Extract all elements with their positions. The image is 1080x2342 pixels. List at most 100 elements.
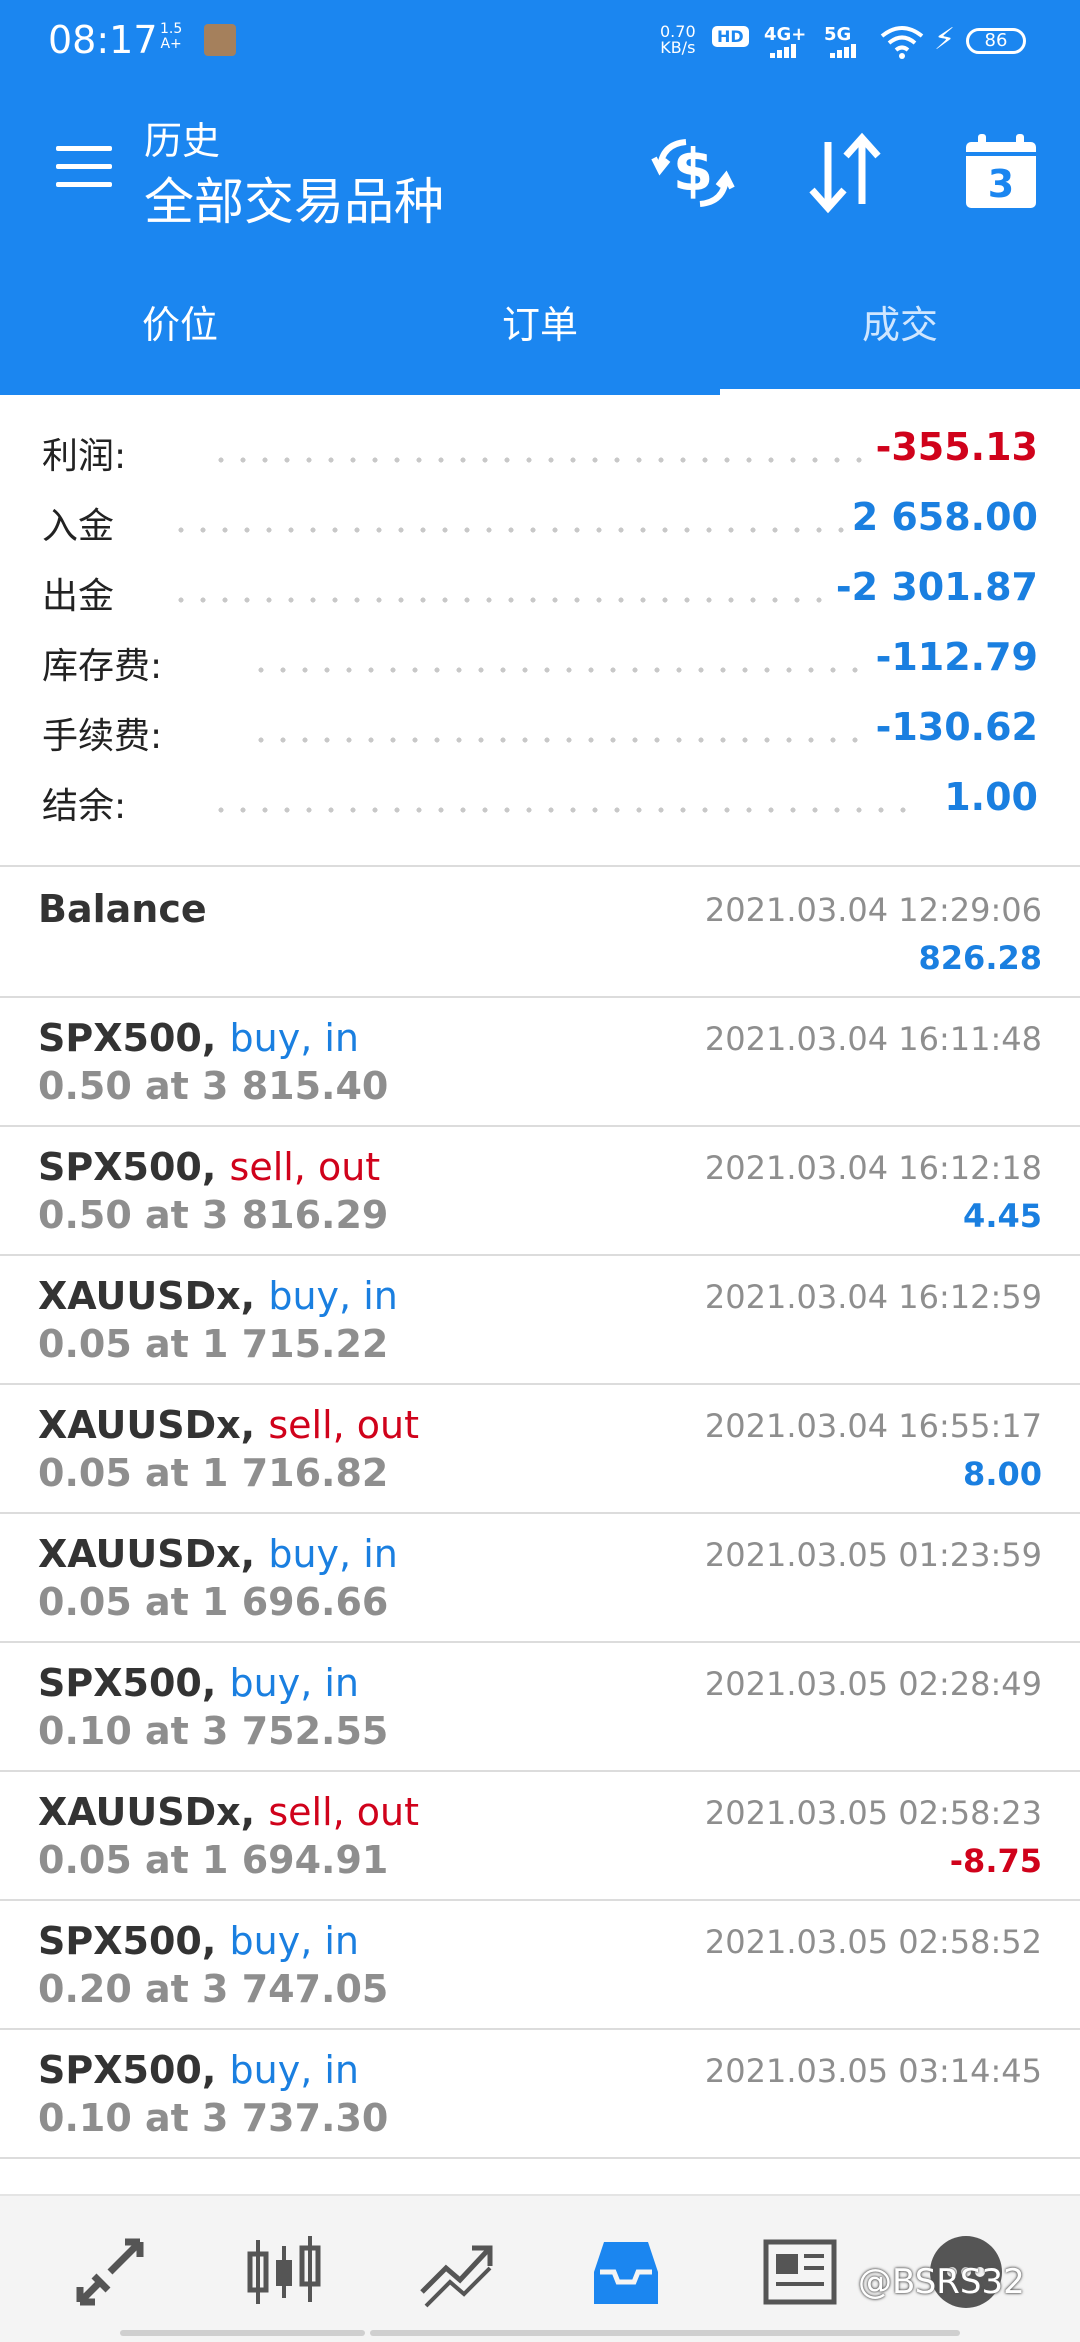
dotted-leader — [210, 807, 920, 813]
deal-symbol: XAUUSDx, buy, in — [38, 1274, 398, 1318]
network-speed: 0.70 KB/s — [660, 24, 696, 56]
deal-symbol-text: SPX500, — [38, 2048, 217, 2092]
status-time: 08:17 — [48, 18, 158, 62]
summary-label: 利润: — [42, 436, 127, 477]
trade-arrows-icon[interactable] — [70, 2232, 150, 2312]
network-type-1: 4G+ — [764, 24, 807, 45]
summary-value: 2 658.00 — [851, 495, 1038, 539]
deal-profit: 4.45 — [963, 1197, 1042, 1235]
history-inbox-icon[interactable] — [586, 2232, 666, 2312]
dotted-leader — [250, 667, 870, 673]
deal-symbol-text: XAUUSDx, — [38, 1790, 256, 1834]
summary-label: 出金 — [42, 576, 115, 617]
summary-label: 入金 — [42, 506, 115, 547]
page-subtitle: 历史 — [144, 119, 221, 163]
dotted-leader — [170, 527, 860, 533]
bottom-nav: @BSRS32 — [0, 2194, 1080, 2342]
summary-row-balance: 结余: 1.00 — [0, 767, 1080, 837]
balance-row[interactable]: Balance 2021.03.04 12:29:06 826.28 — [0, 869, 1080, 998]
dotted-leader — [170, 597, 836, 603]
gesture-bar — [370, 2330, 960, 2336]
deal-row[interactable]: SPX500, sell, out 0.50 at 3 816.29 2021.03… — [0, 1127, 1080, 1256]
deal-side: sell, out — [229, 1145, 381, 1189]
summary-value: -112.79 — [875, 635, 1038, 679]
summary-value: -355.13 — [875, 425, 1038, 469]
deal-time: 2021.03.04 16:11:48 — [704, 1020, 1042, 1058]
deal-time: 2021.03.04 16:55:17 — [704, 1407, 1042, 1445]
tab-prices[interactable]: 价位 — [0, 250, 360, 395]
app-bar: 历史 全部交易品种 $ 3 — [0, 90, 1080, 250]
deal-time: 2021.03.05 02:28:49 — [704, 1665, 1042, 1703]
charging-icon: ⚡ — [934, 22, 956, 57]
deal-symbol: Balance — [38, 887, 207, 931]
deal-profit: -8.75 — [949, 1842, 1042, 1880]
summary-row-withdrawal: 出金 -2 301.87 — [0, 557, 1080, 627]
deal-time: 2021.03.05 02:58:52 — [704, 1923, 1042, 1961]
menu-icon[interactable] — [56, 146, 112, 192]
summary-row-swap: 库存费: -112.79 — [0, 627, 1080, 697]
summary-label: 手续费: — [42, 716, 163, 757]
candlestick-chart-icon[interactable] — [244, 2232, 324, 2312]
deal-symbol-text: XAUUSDx, — [38, 1274, 256, 1318]
sort-icon[interactable] — [800, 128, 890, 218]
deal-time: 2021.03.04 12:29:06 — [704, 891, 1042, 929]
deal-row[interactable]: XAUUSDx, buy, in 0.05 at 1 696.66 2021.03.… — [0, 1514, 1080, 1643]
status-bar: 08:17 1.5 A+ 0.70 KB/s HD 4G+ 5G ⚡ 86 — [0, 0, 1080, 90]
deal-symbol: SPX500, buy, in — [38, 1661, 359, 1705]
signal-bars-icon — [770, 44, 798, 58]
deal-symbol-text: SPX500, — [38, 1661, 217, 1705]
deal-side: buy, in — [229, 1919, 360, 1963]
deal-volume-price: 0.50 at 3 816.29 — [38, 1193, 389, 1237]
deal-symbol: SPX500, buy, in — [38, 1016, 359, 1060]
deal-row[interactable]: SPX500, buy, in 0.20 at 3 747.05 2021.03.0… — [0, 1901, 1080, 2030]
deal-row[interactable]: SPX500, buy, in 0.10 at 3 752.55 2021.03.0… — [0, 1643, 1080, 1772]
summary-label: 库存费: — [42, 646, 163, 687]
dotted-leader — [250, 737, 870, 743]
deal-profit: 8.00 — [963, 1455, 1042, 1493]
deal-row[interactable]: XAUUSDx, buy, in 0.05 at 1 715.22 2021.03.… — [0, 1256, 1080, 1385]
trend-lines-icon[interactable] — [416, 2232, 496, 2312]
deal-volume-price: 0.50 at 3 815.40 — [38, 1064, 389, 1108]
calendar-day: 3 — [987, 162, 1015, 206]
deal-row[interactable]: XAUUSDx, sell, out 0.05 at 1 716.82 2021.0… — [0, 1385, 1080, 1514]
summary-value: -130.62 — [875, 705, 1038, 749]
deal-side: buy, in — [229, 2048, 360, 2092]
deal-time: 2021.03.04 16:12:59 — [704, 1278, 1042, 1316]
status-small-top: 1.5 — [160, 21, 183, 37]
deal-symbol-text: XAUUSDx, — [38, 1403, 256, 1447]
deal-volume-price: 0.05 at 1 716.82 — [38, 1451, 389, 1495]
notification-avatar-icon — [204, 24, 236, 56]
header: 08:17 1.5 A+ 0.70 KB/s HD 4G+ 5G ⚡ 86 历史… — [0, 0, 1080, 395]
deal-symbol: SPX500, buy, in — [38, 2048, 359, 2092]
summary-panel: 利润: -355.13 入金 2 658.00 出金 -2 301.87 库存费… — [0, 395, 1080, 867]
deal-row[interactable]: SPX500, buy, in 0.10 at 3 737.30 2021.03.0… — [0, 2030, 1080, 2159]
currency-exchange-icon[interactable]: $ — [648, 128, 738, 218]
deal-symbol: SPX500, sell, out — [38, 1145, 380, 1189]
deal-volume-price: 0.10 at 3 752.55 — [38, 1709, 389, 1753]
deal-symbol-text: SPX500, — [38, 1016, 217, 1060]
news-icon[interactable] — [760, 2232, 840, 2312]
deal-symbol-text: Balance — [38, 887, 207, 931]
deal-side: sell, out — [268, 1790, 420, 1834]
battery-icon: 86 — [966, 28, 1026, 54]
deal-symbol-text: SPX500, — [38, 1919, 217, 1963]
page-title[interactable]: 全部交易品种 — [144, 162, 444, 234]
deal-row[interactable]: SPX500, buy, in 0.50 at 3 815.40 2021.03.0… — [0, 998, 1080, 1127]
deal-side: sell, out — [268, 1403, 420, 1447]
summary-value: -2 301.87 — [835, 565, 1038, 609]
deal-list[interactable]: Balance 2021.03.04 12:29:06 826.28 SPX500,… — [0, 869, 1080, 2194]
status-text-size: 1.5 A+ — [160, 22, 182, 52]
deal-side: buy, in — [229, 1016, 360, 1060]
divider — [0, 865, 1080, 867]
deal-volume-price: 0.05 at 1 696.66 — [38, 1580, 389, 1624]
deal-volume-price: 0.20 at 3 747.05 — [38, 1967, 389, 2011]
deal-side: buy, in — [229, 1661, 360, 1705]
status-small-bottom: A+ — [160, 36, 182, 52]
deal-row[interactable]: XAUUSDx, sell, out 0.05 at 1 694.91 2021.0… — [0, 1772, 1080, 1901]
signal-bars-icon — [830, 44, 858, 58]
tab-deals[interactable]: 成交 — [720, 250, 1080, 395]
tab-orders[interactable]: 订单 — [360, 250, 720, 395]
summary-label: 结余: — [42, 786, 127, 827]
gesture-bar — [120, 2330, 365, 2336]
deal-symbol-text: XAUUSDx, — [38, 1532, 256, 1576]
